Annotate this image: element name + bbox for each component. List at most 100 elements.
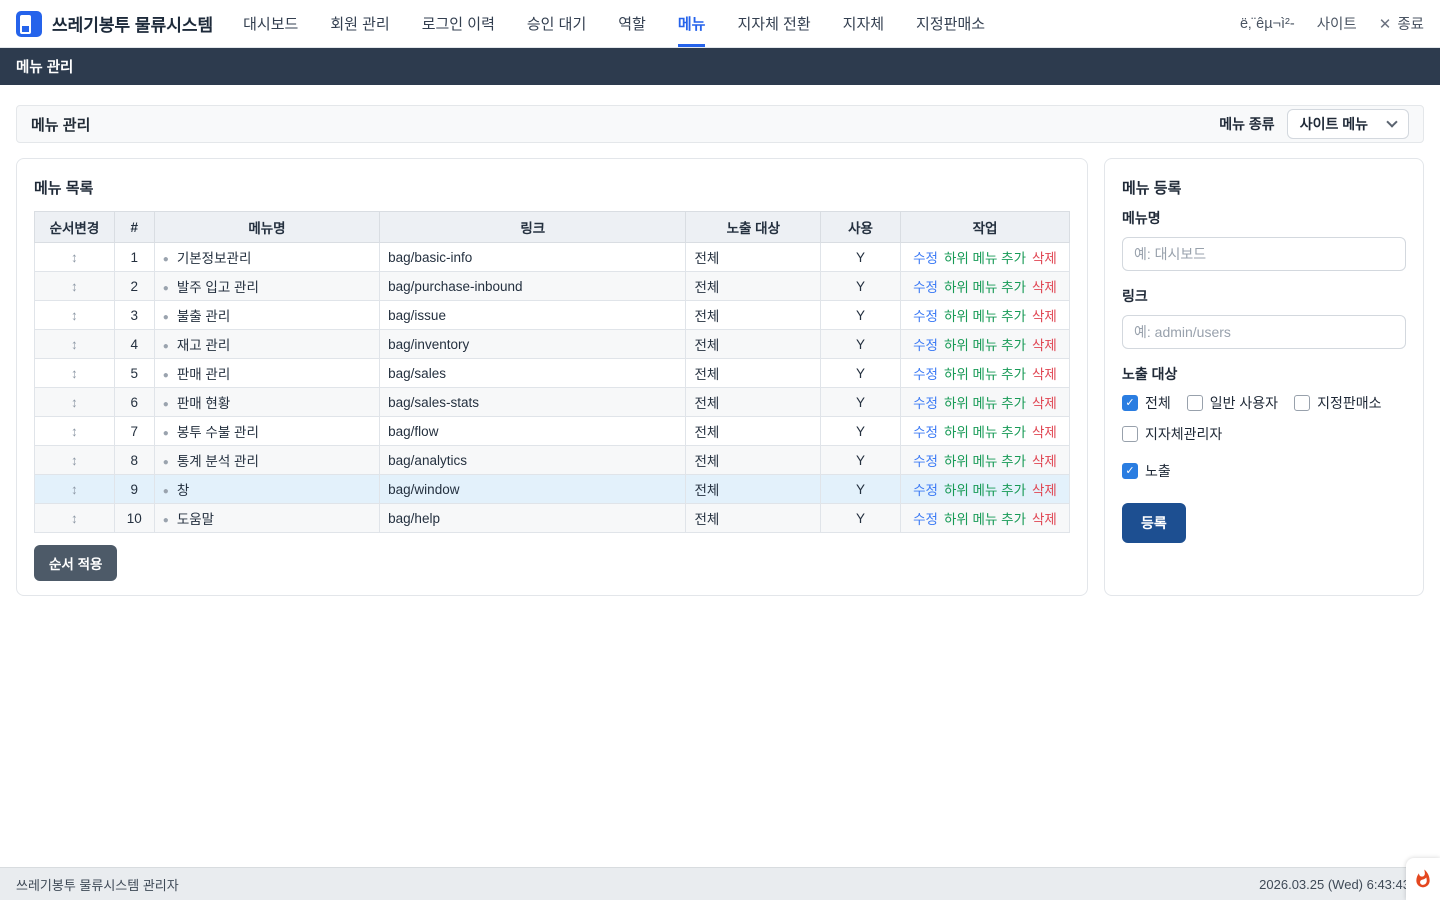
add-submenu-link[interactable]: 하위 메뉴 추가 <box>944 309 1026 324</box>
target-checkbox-1[interactable]: 일반 사용자 <box>1187 393 1278 413</box>
app-title: 쓰레기봉투 물류시스템 <box>52 11 213 36</box>
row-cell-actions: 수정 하위 메뉴 추가 삭제 <box>900 417 1069 446</box>
reorder-handle-icon[interactable]: ↕ <box>71 395 78 410</box>
edit-link[interactable]: 수정 <box>913 309 938 324</box>
reorder-handle-icon[interactable]: ↕ <box>71 250 78 265</box>
register-button[interactable]: 등록 <box>1122 503 1186 543</box>
add-submenu-link[interactable]: 하위 메뉴 추가 <box>944 425 1026 440</box>
reorder-handle-icon[interactable]: ↕ <box>71 279 78 294</box>
table-row: ↕2●발주 입고 관리bag/purchase-inbound전체Y수정하위 메… <box>35 272 1070 301</box>
edit-link[interactable]: 수정 <box>913 367 938 382</box>
edit-link[interactable]: 수정 <box>913 425 938 440</box>
row-cell-name: ●판매 관리 <box>154 359 379 388</box>
table-row: ↕4●재고 관리bag/inventory전체Y수정하위 메뉴 추가삭제 <box>35 330 1070 359</box>
row-cell-use: Y <box>821 504 901 533</box>
delete-link[interactable]: 삭제 <box>1032 309 1057 324</box>
target-checkbox-2[interactable]: 지정판매소 <box>1294 393 1381 413</box>
delete-link[interactable]: 삭제 <box>1032 483 1057 498</box>
add-submenu-link[interactable]: 하위 메뉴 추가 <box>944 512 1026 527</box>
reorder-handle-icon[interactable]: ↕ <box>71 511 78 526</box>
add-submenu-link[interactable]: 하위 메뉴 추가 <box>944 280 1026 295</box>
edit-link[interactable]: 수정 <box>913 512 938 527</box>
edit-link[interactable]: 수정 <box>913 280 938 295</box>
brand[interactable]: 쓰레기봉투 물류시스템 <box>16 0 213 47</box>
current-user-label: ë‚¨êµ¬ì²- <box>1240 16 1295 32</box>
apply-order-button[interactable]: 순서 적용 <box>34 545 117 581</box>
row-cell-reorder: ↕ <box>35 243 115 272</box>
page-header-bar: 메뉴 관리 <box>0 48 1440 85</box>
reorder-handle-icon[interactable]: ↕ <box>71 424 78 439</box>
menu-type-select[interactable]: 사이트 메뉴 <box>1287 109 1409 139</box>
column-header-4: 노출 대상 <box>686 212 821 243</box>
menu-link-input[interactable] <box>1122 315 1406 349</box>
delete-link[interactable]: 삭제 <box>1032 512 1057 527</box>
delete-link[interactable]: 삭제 <box>1032 425 1057 440</box>
column-header-2: 메뉴명 <box>154 212 379 243</box>
table-row: ↕6●판매 현황bag/sales-stats전체Y수정하위 메뉴 추가삭제 <box>35 388 1070 417</box>
add-submenu-link[interactable]: 하위 메뉴 추가 <box>944 338 1026 353</box>
bullet-icon: ● <box>163 312 169 323</box>
delete-link[interactable]: 삭제 <box>1032 396 1057 411</box>
add-submenu-link[interactable]: 하위 메뉴 추가 <box>944 454 1026 469</box>
add-submenu-link[interactable]: 하위 메뉴 추가 <box>944 251 1026 266</box>
nav-item-0[interactable]: 대시보드 <box>243 0 298 47</box>
bullet-icon: ● <box>163 341 169 352</box>
top-navbar: 쓰레기봉투 물류시스템 대시보드 회원 관리 로그인 이력 승인 대기 역할 메뉴 지자체 … <box>0 0 1440 48</box>
add-submenu-link[interactable]: 하위 메뉴 추가 <box>944 483 1026 498</box>
nav-item-2[interactable]: 로그인 이력 <box>422 0 495 47</box>
delete-link[interactable]: 삭제 <box>1032 338 1057 353</box>
site-link[interactable]: 사이트 <box>1317 13 1357 34</box>
nav-item-6[interactable]: 지자체 전환 <box>737 0 810 47</box>
nav-item-7[interactable]: 지자체 <box>843 0 884 47</box>
edit-link[interactable]: 수정 <box>913 454 938 469</box>
edit-link[interactable]: 수정 <box>913 251 938 266</box>
add-submenu-link[interactable]: 하위 메뉴 추가 <box>944 367 1026 382</box>
target-checkbox-0[interactable]: ✓전체 <box>1122 393 1171 413</box>
delete-link[interactable]: 삭제 <box>1032 454 1057 469</box>
row-cell-number: 8 <box>114 446 154 475</box>
nav-item-1[interactable]: 회원 관리 <box>330 0 389 47</box>
menu-link-label: 링크 <box>1122 286 1406 306</box>
delete-link[interactable]: 삭제 <box>1032 251 1057 266</box>
nav-item-4[interactable]: 역할 <box>618 0 646 47</box>
table-row: ↕3●불출 관리bag/issue전체Y수정하위 메뉴 추가삭제 <box>35 301 1070 330</box>
debug-toolbar-button[interactable] <box>1406 858 1440 900</box>
page-title: 메뉴 관리 <box>16 56 73 77</box>
row-cell-number: 7 <box>114 417 154 446</box>
edit-link[interactable]: 수정 <box>913 483 938 498</box>
expose-checkbox[interactable]: ✓노출 <box>1122 461 1171 481</box>
reorder-handle-icon[interactable]: ↕ <box>71 482 78 497</box>
reorder-handle-icon[interactable]: ↕ <box>71 308 78 323</box>
nav-items: 대시보드 회원 관리 로그인 이력 승인 대기 역할 메뉴 지자체 전환 지자체 지정판매소 <box>243 0 985 47</box>
target-checkbox-3[interactable]: 지자체관리자 <box>1122 424 1222 444</box>
nav-item-3[interactable]: 승인 대기 <box>527 0 586 47</box>
add-submenu-link[interactable]: 하위 메뉴 추가 <box>944 396 1026 411</box>
bullet-icon: ● <box>163 486 169 497</box>
reorder-handle-icon[interactable]: ↕ <box>71 453 78 468</box>
delete-link[interactable]: 삭제 <box>1032 367 1057 382</box>
menu-name-input[interactable] <box>1122 237 1406 271</box>
checkbox-label: 전체 <box>1145 393 1171 413</box>
table-row: ↕5●판매 관리bag/sales전체Y수정하위 메뉴 추가삭제 <box>35 359 1070 388</box>
row-cell-reorder: ↕ <box>35 475 115 504</box>
row-cell-link: bag/issue <box>380 301 686 330</box>
edit-link[interactable]: 수정 <box>913 338 938 353</box>
bullet-icon: ● <box>163 515 169 526</box>
chevron-down-icon <box>1386 116 1397 127</box>
row-cell-target: 전체 <box>686 272 821 301</box>
reorder-handle-icon[interactable]: ↕ <box>71 366 78 381</box>
bullet-icon: ● <box>163 370 169 381</box>
column-header-1: # <box>114 212 154 243</box>
row-cell-target: 전체 <box>686 359 821 388</box>
row-cell-number: 4 <box>114 330 154 359</box>
nav-item-5[interactable]: 메뉴 <box>678 0 706 47</box>
delete-link[interactable]: 삭제 <box>1032 280 1057 295</box>
column-header-5: 사용 <box>821 212 901 243</box>
nav-right: ë‚¨êµ¬ì²- 사이트 ✕ 종료 <box>1240 0 1424 47</box>
column-header-6: 작업 <box>900 212 1069 243</box>
edit-link[interactable]: 수정 <box>913 396 938 411</box>
nav-item-8[interactable]: 지정판매소 <box>916 0 985 47</box>
row-cell-name: ●봉투 수불 관리 <box>154 417 379 446</box>
exit-button[interactable]: ✕ 종료 <box>1379 13 1424 34</box>
reorder-handle-icon[interactable]: ↕ <box>71 337 78 352</box>
